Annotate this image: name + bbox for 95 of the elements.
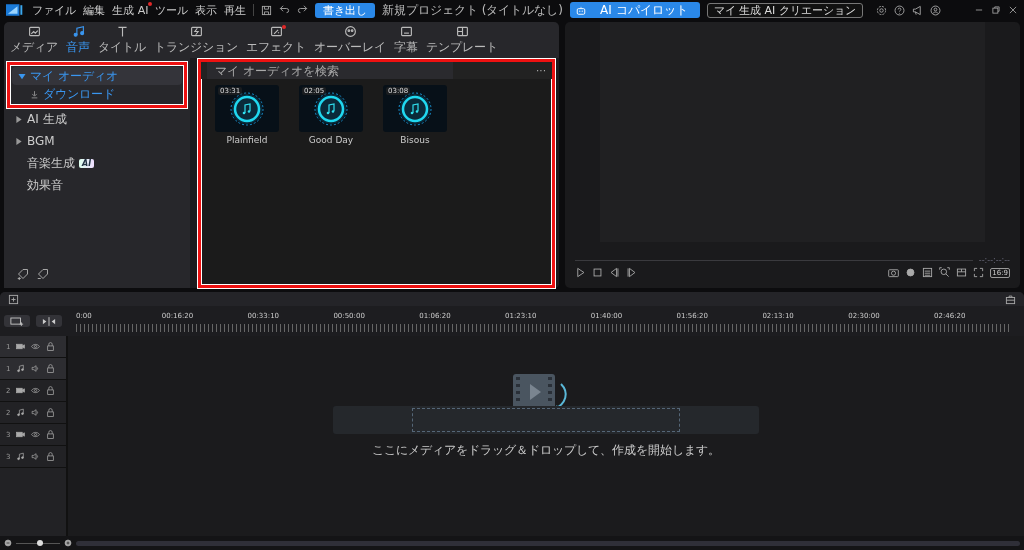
account-icon[interactable] bbox=[929, 4, 941, 16]
audio-title: Good Day bbox=[308, 135, 354, 145]
megaphone-icon[interactable] bbox=[911, 4, 923, 16]
tag-add-icon[interactable] bbox=[17, 268, 29, 280]
restore-icon[interactable] bbox=[991, 5, 1001, 15]
camera-icon[interactable] bbox=[888, 267, 900, 278]
music-note-icon[interactable] bbox=[16, 408, 26, 417]
caret-down-icon[interactable] bbox=[18, 72, 26, 80]
menu-item[interactable]: ツール bbox=[155, 2, 189, 18]
video-camera-icon[interactable] bbox=[16, 386, 26, 395]
next-frame-icon[interactable] bbox=[626, 267, 637, 278]
window-title: 新規プロジェクト (タイトルなし) bbox=[381, 1, 563, 19]
music-note-icon[interactable] bbox=[16, 452, 26, 461]
text-icon bbox=[115, 25, 129, 38]
lock-icon[interactable] bbox=[46, 386, 56, 395]
image-icon bbox=[27, 25, 41, 38]
video-camera-icon[interactable] bbox=[16, 430, 26, 439]
search-field[interactable]: マイ オーディオを検索 bbox=[207, 62, 453, 79]
stop-icon[interactable] bbox=[592, 267, 603, 278]
list-icon[interactable] bbox=[922, 267, 934, 278]
tree-item[interactable]: AI 生成 bbox=[9, 110, 185, 128]
add-track-icon[interactable] bbox=[8, 293, 19, 305]
tag-remove-icon[interactable] bbox=[37, 268, 49, 280]
video-camera-icon[interactable] bbox=[16, 342, 26, 351]
tab[interactable]: オーバーレイ bbox=[314, 25, 386, 58]
lock-icon[interactable] bbox=[46, 452, 56, 461]
caret-right-icon[interactable] bbox=[15, 115, 23, 123]
toolbox-icon[interactable] bbox=[1005, 293, 1016, 305]
menu-item[interactable]: 再生 bbox=[224, 2, 247, 18]
slider-thumb[interactable] bbox=[37, 539, 44, 546]
track-manager-button[interactable] bbox=[4, 315, 30, 327]
tab[interactable]: テンプレート bbox=[426, 25, 498, 58]
export-button[interactable]: 書き出し bbox=[315, 2, 375, 18]
tab[interactable]: 音声 bbox=[66, 25, 90, 58]
layout-icon bbox=[455, 25, 469, 38]
tree-item[interactable]: マイ オーディオ bbox=[12, 67, 182, 85]
eye-icon[interactable] bbox=[31, 386, 41, 395]
save-icon[interactable] bbox=[261, 4, 273, 16]
tab[interactable]: タイトル bbox=[98, 25, 146, 58]
ai-badge: AI bbox=[79, 158, 95, 168]
ai-creations-button[interactable]: マイ 生成 AI クリエーション bbox=[706, 2, 863, 18]
tab[interactable]: 字幕 bbox=[394, 25, 418, 58]
caret-right-icon[interactable] bbox=[15, 137, 23, 145]
music-note-icon bbox=[71, 25, 85, 38]
drop-zone[interactable] bbox=[333, 406, 759, 434]
tree-item[interactable]: 音楽生成 AI bbox=[9, 154, 185, 172]
lightning-icon bbox=[189, 25, 203, 38]
tree-item[interactable]: BGM bbox=[9, 132, 185, 150]
scrollbar[interactable] bbox=[76, 540, 1020, 546]
audio-title: Plainfield bbox=[226, 135, 268, 145]
film-add-icon bbox=[10, 316, 24, 326]
split-button[interactable] bbox=[36, 315, 62, 327]
wand-icon bbox=[269, 25, 283, 38]
subtitle-icon bbox=[399, 25, 413, 38]
menu-item[interactable]: 編集 bbox=[83, 2, 106, 18]
speaker-icon[interactable] bbox=[31, 364, 41, 373]
zoom-in-icon[interactable] bbox=[64, 539, 72, 547]
lock-icon[interactable] bbox=[46, 364, 56, 373]
zoom-icon[interactable] bbox=[939, 267, 951, 278]
previous-frame-icon[interactable] bbox=[609, 267, 620, 278]
eye-icon[interactable] bbox=[31, 430, 41, 439]
close-icon[interactable] bbox=[1008, 5, 1018, 15]
help-icon[interactable] bbox=[893, 4, 905, 16]
tree-item[interactable]: ダウンロード bbox=[12, 85, 182, 103]
undo-icon[interactable] bbox=[279, 3, 291, 14]
copilot-button[interactable]: AI コパイロット bbox=[570, 2, 700, 18]
play-icon[interactable] bbox=[575, 267, 586, 278]
tab[interactable]: エフェクト bbox=[246, 25, 306, 58]
speaker-icon[interactable] bbox=[31, 452, 41, 461]
music-note-icon[interactable] bbox=[16, 364, 26, 373]
download-icon[interactable] bbox=[30, 89, 39, 99]
settings-icon[interactable] bbox=[875, 4, 887, 16]
menu-item[interactable]: 生成 AI bbox=[112, 2, 149, 18]
split-icon bbox=[42, 316, 56, 326]
audio-title: Bisous bbox=[400, 135, 430, 145]
lock-icon[interactable] bbox=[46, 408, 56, 417]
menu-item[interactable]: 表示 bbox=[195, 2, 218, 18]
menu-item[interactable]: ファイル bbox=[32, 2, 77, 18]
record-icon[interactable] bbox=[905, 267, 917, 278]
drop-hint: ここにメディアをドラッグ＆ドロップして、作成を開始します。 bbox=[372, 442, 720, 459]
timecode: --:--:--:-- bbox=[978, 256, 1010, 265]
layout-icon[interactable] bbox=[956, 267, 968, 278]
tab[interactable]: トランジション bbox=[154, 25, 238, 58]
robot-icon bbox=[576, 5, 586, 15]
tab[interactable]: メディア bbox=[10, 25, 58, 58]
speaker-icon[interactable] bbox=[31, 408, 41, 417]
fullscreen-icon[interactable] bbox=[973, 267, 985, 278]
lock-icon[interactable] bbox=[46, 430, 56, 439]
zoom-out-icon[interactable] bbox=[4, 539, 12, 547]
lock-icon[interactable] bbox=[46, 342, 56, 351]
eye-icon[interactable] bbox=[31, 342, 41, 351]
tree-item[interactable]: 効果音 bbox=[9, 176, 185, 194]
smiley-icon bbox=[343, 25, 357, 38]
more-button[interactable]: ··· bbox=[536, 65, 546, 76]
redo-icon[interactable] bbox=[297, 3, 309, 14]
